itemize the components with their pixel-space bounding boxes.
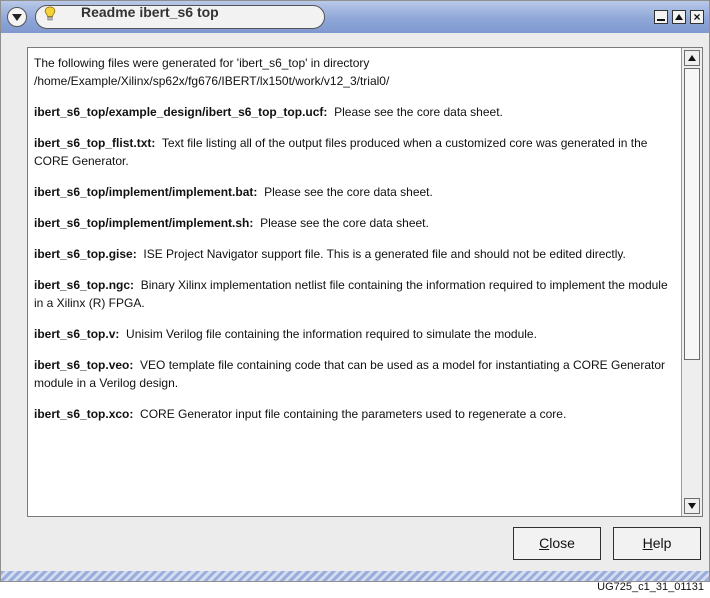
file-entry: ibert_s6_top/implement/implement.sh: Ple… bbox=[34, 214, 678, 232]
intro-line-1: The following files were generated for '… bbox=[34, 56, 370, 70]
close-label: lose bbox=[549, 535, 575, 551]
file-entry: ibert_s6_top.v: Unisim Verilog file cont… bbox=[34, 325, 678, 343]
file-description: Please see the core data sheet. bbox=[264, 185, 433, 199]
close-mnemonic: C bbox=[539, 535, 550, 551]
file-entry: ibert_s6_top.ngc: Binary Xilinx implemen… bbox=[34, 276, 678, 312]
intro-line-2: /home/Example/Xilinx/sp62x/fg676/IBERT/l… bbox=[34, 74, 390, 88]
figure-caption: UG725_c1_31_01131 bbox=[597, 581, 704, 593]
file-name: ibert_s6_top/implement/implement.bat: bbox=[34, 185, 258, 199]
intro-paragraph: The following files were generated for '… bbox=[34, 54, 678, 90]
file-entry: ibert_s6_top.veo: VEO template file cont… bbox=[34, 356, 678, 392]
file-entry: ibert_s6_top.xco: CORE Generator input f… bbox=[34, 405, 678, 423]
file-entry: ibert_s6_top/example_design/ibert_s6_top… bbox=[34, 103, 678, 121]
resize-grip[interactable] bbox=[1, 571, 709, 581]
close-button[interactable]: Close bbox=[513, 527, 601, 560]
file-entry: ibert_s6_top_flist.txt: Text file listin… bbox=[34, 134, 678, 170]
file-name: ibert_s6_top/implement/implement.sh: bbox=[34, 216, 254, 230]
readme-window: Readme ibert_s6 top × The following file… bbox=[0, 0, 710, 582]
file-name: ibert_s6_top.ngc: bbox=[34, 278, 135, 292]
help-label: elp bbox=[652, 535, 672, 551]
readme-text: The following files were generated for '… bbox=[34, 54, 678, 436]
minimize-icon[interactable] bbox=[654, 10, 668, 24]
title-bar[interactable]: Readme ibert_s6 top × bbox=[1, 1, 709, 33]
file-name: ibert_s6_top.gise: bbox=[34, 247, 137, 261]
file-description: Please see the core data sheet. bbox=[260, 216, 429, 230]
file-name: ibert_s6_top.xco: bbox=[34, 407, 134, 421]
maximize-icon[interactable] bbox=[672, 10, 686, 24]
window-title: Readme ibert_s6 top bbox=[81, 4, 219, 20]
help-button[interactable]: Help bbox=[613, 527, 701, 560]
file-entry: ibert_s6_top/implement/implement.bat: Pl… bbox=[34, 183, 678, 201]
readme-text-area[interactable]: The following files were generated for '… bbox=[27, 47, 703, 517]
file-name: ibert_s6_top.v: bbox=[34, 327, 120, 341]
close-icon[interactable]: × bbox=[690, 10, 704, 24]
scroll-up-arrow-icon[interactable] bbox=[684, 50, 700, 66]
file-name: ibert_s6_top_flist.txt: bbox=[34, 136, 156, 150]
file-description: CORE Generator input file containing the… bbox=[140, 407, 567, 421]
file-description: Please see the core data sheet. bbox=[334, 105, 503, 119]
scroll-down-arrow-icon[interactable] bbox=[684, 498, 700, 514]
lightbulb-icon bbox=[44, 6, 56, 21]
file-name: ibert_s6_top.veo: bbox=[34, 358, 134, 372]
help-mnemonic: H bbox=[642, 535, 653, 551]
scrollbar-thumb[interactable] bbox=[684, 68, 700, 360]
file-description: ISE Project Navigator support file. This… bbox=[143, 247, 626, 261]
file-description: Unisim Verilog file containing the infor… bbox=[126, 327, 537, 341]
file-name: ibert_s6_top/example_design/ibert_s6_top… bbox=[34, 105, 328, 119]
vertical-scrollbar[interactable] bbox=[681, 48, 702, 516]
window-menu-button[interactable] bbox=[7, 7, 27, 27]
file-entry: ibert_s6_top.gise: ISE Project Navigator… bbox=[34, 245, 678, 263]
